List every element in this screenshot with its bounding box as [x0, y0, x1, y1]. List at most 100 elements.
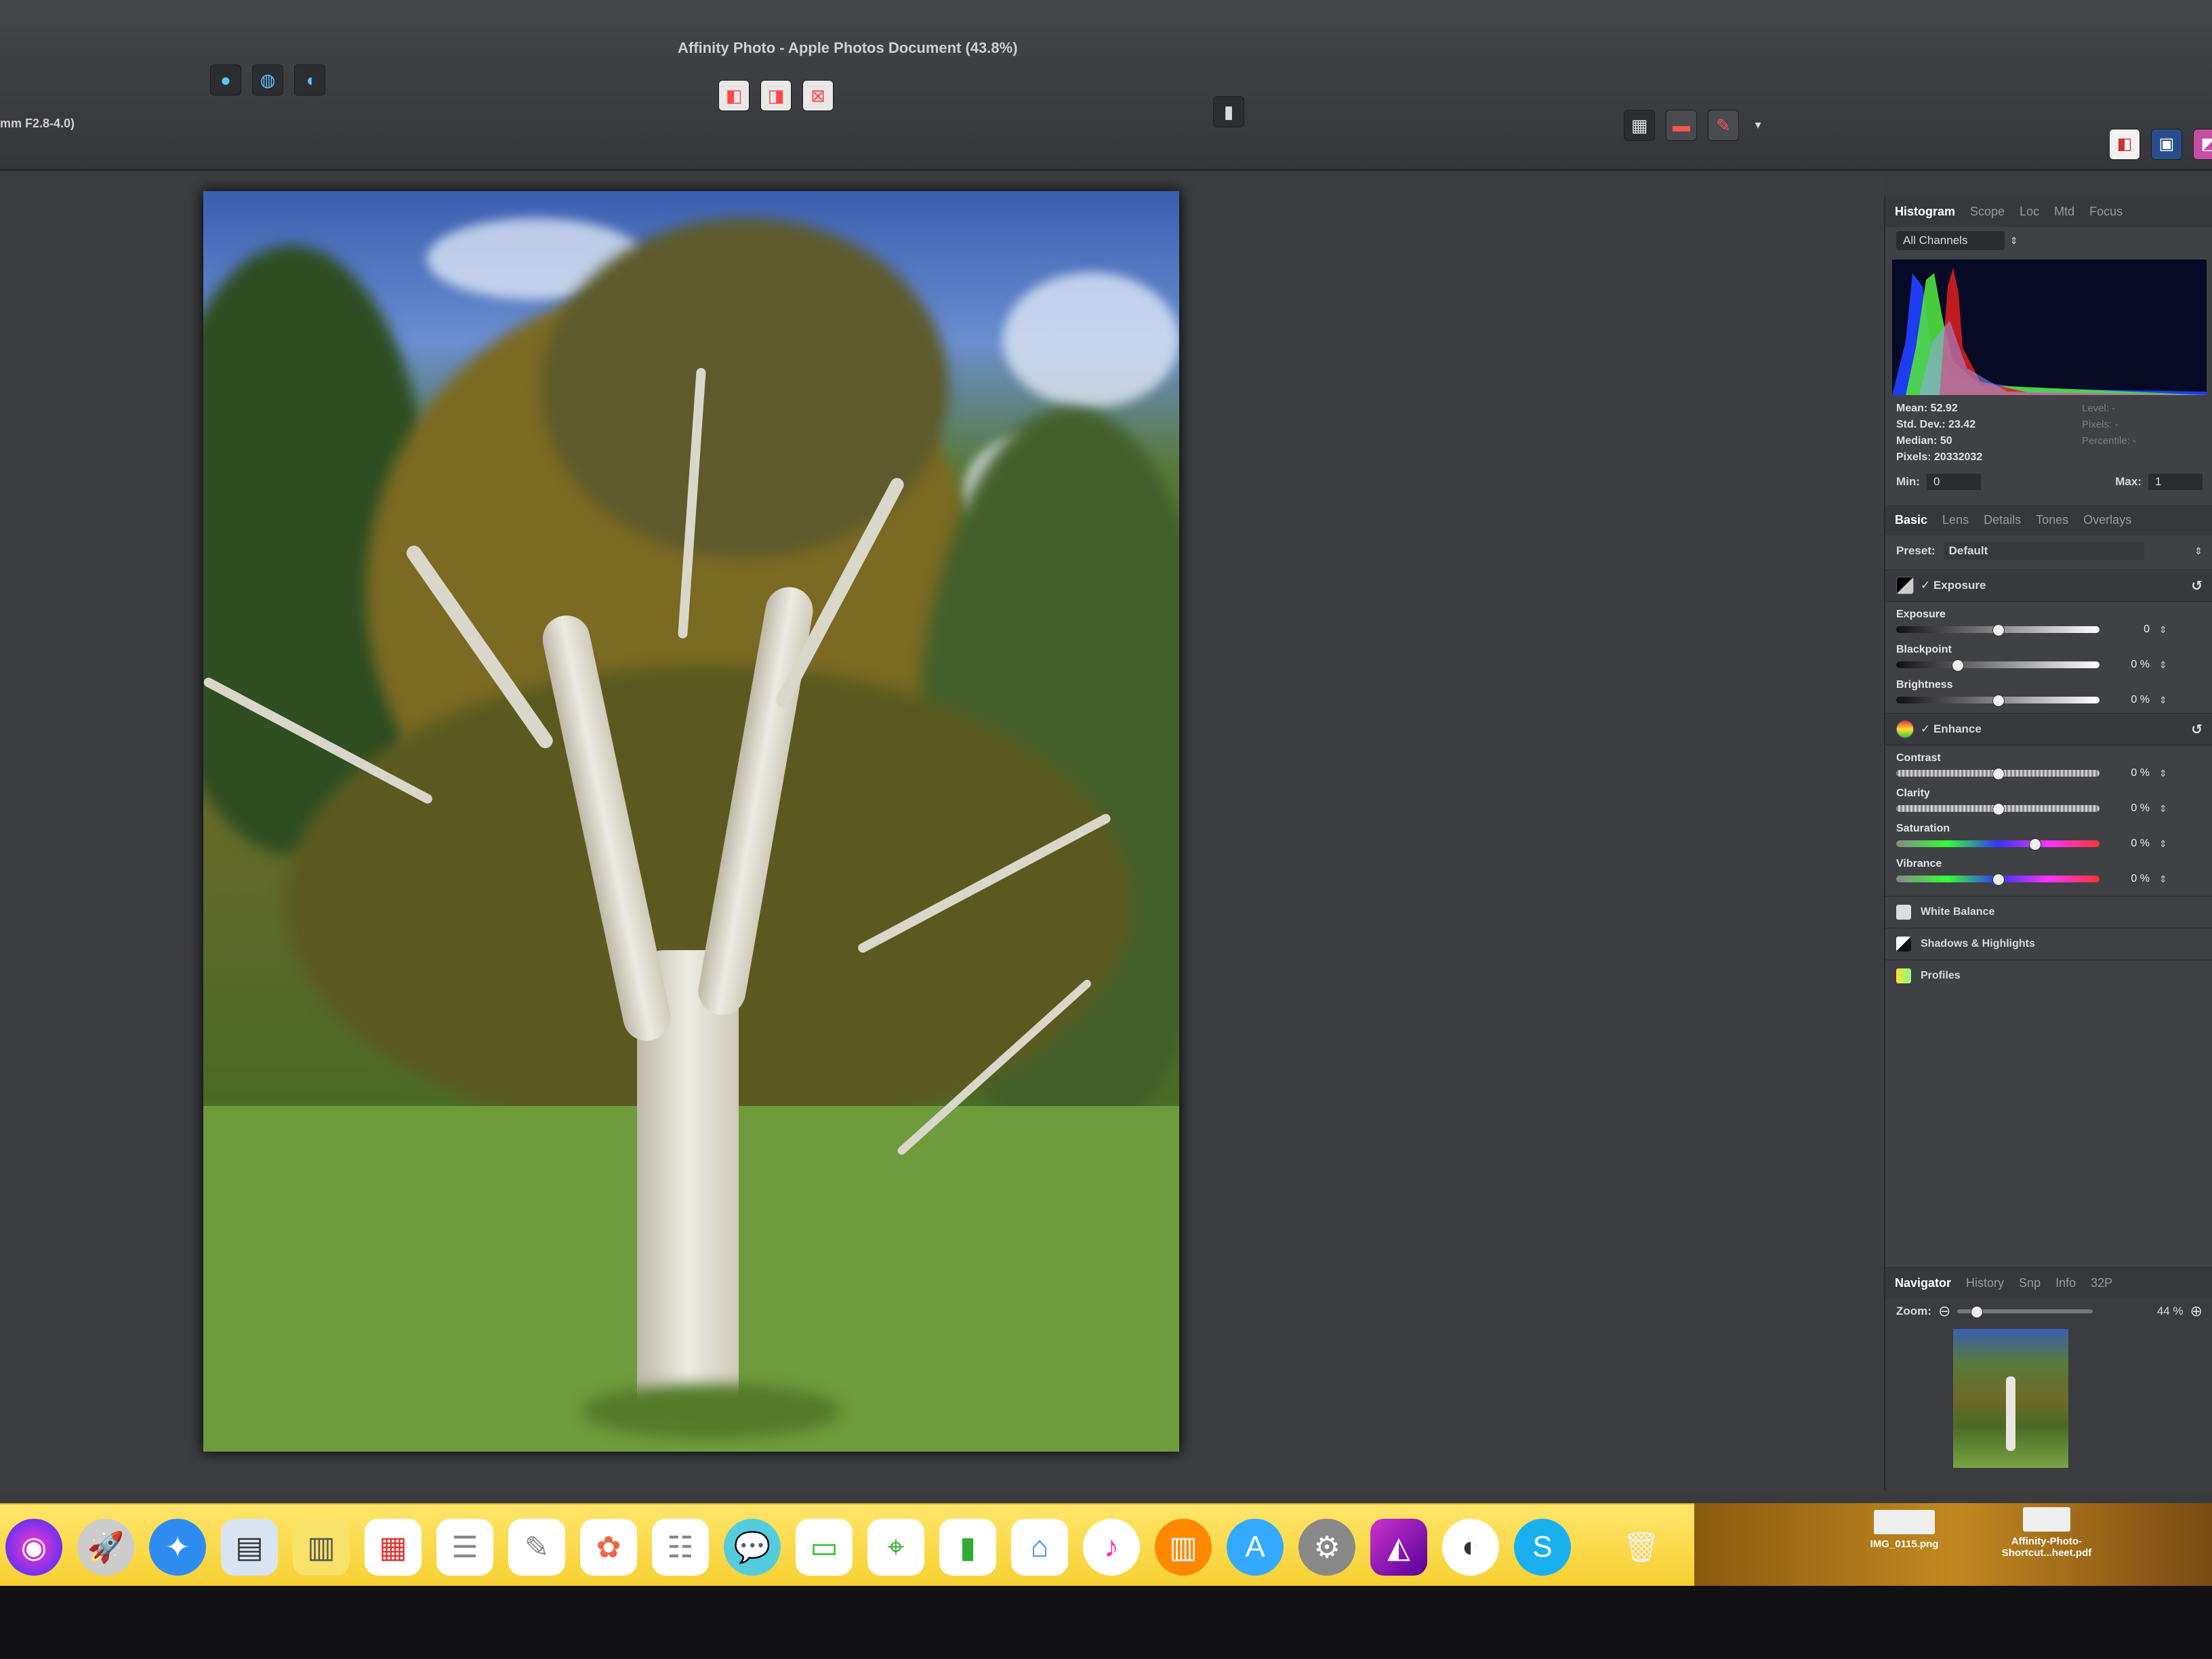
- facetime-icon[interactable]: ▭: [796, 1519, 853, 1576]
- slider-knob[interactable]: [1952, 659, 1964, 672]
- keynote-icon[interactable]: ⌂: [1011, 1519, 1068, 1576]
- shadow-clip-icon[interactable]: ✎: [1708, 110, 1739, 141]
- slider-knob[interactable]: [1992, 874, 2005, 886]
- stepper-icon[interactable]: ⇕: [2159, 768, 2167, 779]
- tab-mtd[interactable]: Mtd: [2054, 205, 2074, 219]
- tab-history[interactable]: History: [1966, 1276, 2004, 1290]
- chevron-updown-icon[interactable]: ⇕: [2194, 546, 2203, 557]
- calendar-icon[interactable]: ▦: [365, 1519, 422, 1576]
- numbers-icon[interactable]: ▮: [939, 1519, 996, 1576]
- messages-icon[interactable]: 💬: [724, 1519, 781, 1576]
- stepper-icon[interactable]: ⇕: [2159, 659, 2167, 671]
- tab-histogram[interactable]: Histogram: [1895, 205, 1955, 219]
- white-balance-section[interactable]: White Balance: [1885, 896, 2212, 928]
- affinity-photo-icon[interactable]: ◭: [1370, 1519, 1427, 1576]
- reminders-icon[interactable]: ☰: [436, 1519, 493, 1576]
- tab-info[interactable]: Info: [2055, 1276, 2076, 1290]
- contacts-icon[interactable]: ☷: [652, 1519, 709, 1576]
- exposure-section-header[interactable]: ✓ Exposure ↺: [1885, 569, 2212, 602]
- tree-photo[interactable]: [203, 191, 1179, 1452]
- tab-snapshots[interactable]: Snp: [2019, 1276, 2041, 1290]
- safari-icon[interactable]: ✦: [149, 1519, 206, 1576]
- desktop-file[interactable]: IMG_0115.png: [1843, 1510, 1965, 1550]
- system-preferences-icon[interactable]: ⚙: [1298, 1519, 1355, 1576]
- brightness-slider[interactable]: [1896, 695, 2100, 707]
- layers-panel-icon[interactable]: ◧: [2109, 129, 2140, 160]
- vibrance-value[interactable]: 0 %: [2109, 873, 2150, 885]
- photos-icon[interactable]: ✿: [580, 1519, 637, 1576]
- zoom-slider[interactable]: [1957, 1306, 2093, 1318]
- stepper-icon[interactable]: ⇕: [2159, 695, 2167, 706]
- zoom-in-icon[interactable]: ⊕: [2190, 1303, 2203, 1320]
- tab-tones[interactable]: Tones: [2036, 513, 2068, 527]
- saturation-slider[interactable]: [1896, 838, 2100, 851]
- vibrance-slider[interactable]: [1896, 874, 2100, 886]
- stepper-icon[interactable]: ⇕: [2159, 624, 2167, 636]
- blackpoint-slider[interactable]: [1896, 659, 2100, 672]
- zoom-slider-knob[interactable]: [1971, 1306, 1984, 1318]
- exposure-value[interactable]: 0: [2109, 623, 2150, 636]
- slider-knob[interactable]: [1992, 624, 2005, 636]
- preview-icon[interactable]: ▤: [221, 1519, 278, 1576]
- tab-loc[interactable]: Loc: [2020, 205, 2039, 219]
- slider-knob[interactable]: [1992, 695, 2005, 707]
- trash-icon[interactable]: 🗑: [1613, 1519, 1670, 1576]
- brightness-value[interactable]: 0 %: [2109, 694, 2150, 706]
- saturation-value[interactable]: 0 %: [2109, 838, 2150, 850]
- chevron-updown-icon[interactable]: ⇕: [2010, 235, 2018, 247]
- tab-lens[interactable]: Lens: [1942, 513, 1969, 527]
- adjust-panel-icon[interactable]: ▣: [2151, 129, 2182, 160]
- slider-knob[interactable]: [1992, 803, 2005, 815]
- skype-icon[interactable]: S: [1514, 1519, 1571, 1576]
- textedit-icon[interactable]: ✎: [508, 1519, 565, 1576]
- ibooks-icon[interactable]: ▥: [1155, 1519, 1212, 1576]
- split-view-icon[interactable]: ◧: [718, 80, 750, 111]
- desktop-file[interactable]: Affinity-Photo-Shortcut...heet.pdf: [1972, 1507, 2121, 1559]
- preset-select[interactable]: Default: [1943, 542, 2144, 560]
- shadows-highlights-section[interactable]: Shadows & Highlights: [1885, 928, 2212, 960]
- min-field[interactable]: 0: [1926, 474, 1981, 490]
- exposure-slider[interactable]: [1896, 624, 2100, 636]
- brush-icon[interactable]: ▮: [1213, 96, 1244, 127]
- final-cut-pro-icon[interactable]: ◐: [1442, 1519, 1499, 1576]
- clarity-value[interactable]: 0 %: [2109, 802, 2150, 815]
- maps-icon[interactable]: ⌖: [867, 1519, 924, 1576]
- app-store-icon[interactable]: A: [1227, 1519, 1284, 1576]
- zoom-out-icon[interactable]: ⊖: [1938, 1303, 1950, 1320]
- itunes-icon[interactable]: ♪: [1083, 1519, 1140, 1576]
- stepper-icon[interactable]: ⇕: [2159, 803, 2167, 815]
- tab-32p[interactable]: 32P: [2091, 1276, 2112, 1290]
- tab-focus[interactable]: Focus: [2089, 205, 2123, 219]
- chevron-down-icon[interactable]: ▾: [1750, 110, 1766, 140]
- stepper-icon[interactable]: ⇕: [2159, 874, 2167, 885]
- tab-details[interactable]: Details: [1984, 513, 2021, 527]
- clarity-slider[interactable]: [1896, 803, 2100, 815]
- launchpad-icon[interactable]: 🚀: [77, 1519, 134, 1576]
- zoom-value[interactable]: 44 %: [2157, 1305, 2184, 1318]
- reset-icon[interactable]: ↺: [2191, 721, 2203, 738]
- max-field[interactable]: 1: [2148, 474, 2203, 490]
- slider-knob[interactable]: [2029, 838, 2041, 851]
- develop-persona-icon[interactable]: ◖: [294, 64, 325, 96]
- photo-persona-icon[interactable]: ●: [210, 64, 241, 96]
- tab-basic[interactable]: Basic: [1895, 513, 1927, 527]
- siri-icon[interactable]: ◉: [5, 1519, 62, 1576]
- enhance-section-header[interactable]: ✓ Enhance ↺: [1885, 713, 2212, 745]
- contrast-slider[interactable]: [1896, 768, 2100, 780]
- navigator-thumbnail[interactable]: [1953, 1329, 2068, 1468]
- liquify-persona-icon[interactable]: ◍: [252, 64, 283, 96]
- reset-icon[interactable]: ↺: [2191, 577, 2203, 594]
- compare-view-icon[interactable]: ⊠: [802, 80, 834, 111]
- tab-scope[interactable]: Scope: [1970, 205, 2005, 219]
- blackpoint-value[interactable]: 0 %: [2109, 659, 2150, 671]
- tab-navigator[interactable]: Navigator: [1895, 1276, 1951, 1290]
- document-canvas[interactable]: [0, 171, 1884, 1492]
- notes-icon[interactable]: ▥: [293, 1519, 350, 1576]
- clipping-warning-icon[interactable]: ▬: [1666, 110, 1697, 141]
- slider-knob[interactable]: [1992, 768, 2005, 780]
- contrast-value[interactable]: 0 %: [2109, 767, 2150, 779]
- grid-icon[interactable]: ▦: [1624, 110, 1655, 141]
- swatches-panel-icon[interactable]: ◩: [2193, 129, 2212, 160]
- tab-overlays[interactable]: Overlays: [2083, 513, 2131, 527]
- stepper-icon[interactable]: ⇕: [2159, 838, 2167, 850]
